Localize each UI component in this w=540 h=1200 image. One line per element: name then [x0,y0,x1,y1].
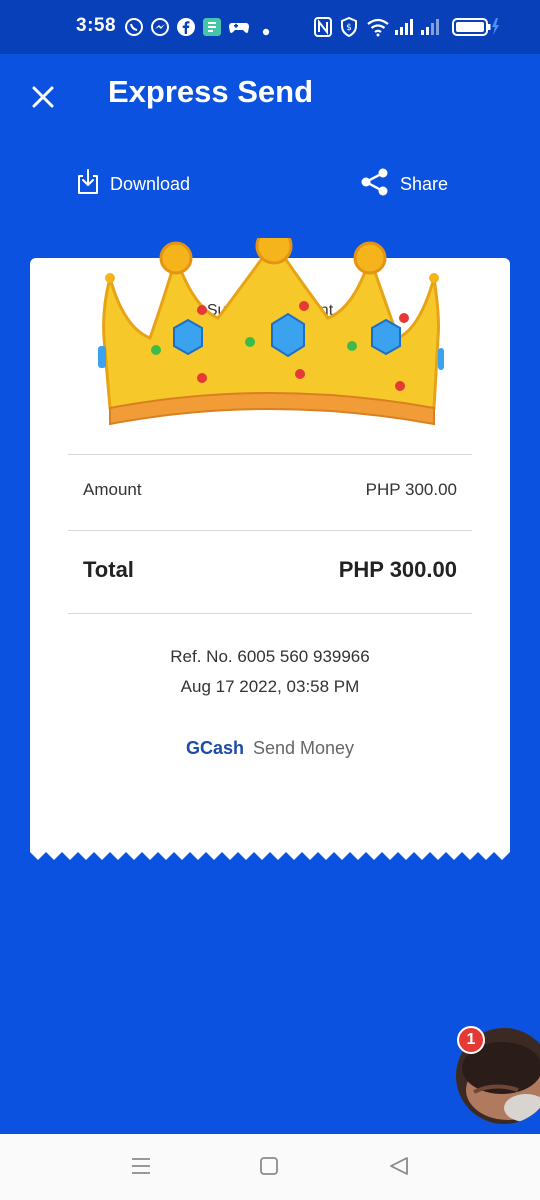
game-controller-icon [228,17,250,42]
app-icon [202,17,222,42]
receipt-zigzag-edge [30,850,510,860]
signal-icon [394,17,416,42]
divider [68,613,472,614]
crown-sticker [98,227,448,435]
share-label: Share [400,173,449,194]
download-icon [76,168,100,201]
status-bar: 3:58 $ [0,0,540,54]
share-button[interactable]: Share [360,168,448,200]
share-icon [360,167,390,202]
status-time: 3:58 [76,15,117,36]
download-button[interactable]: Download [76,168,190,200]
brand-line: GCash Send Money [30,738,510,759]
viber-icon [124,17,144,42]
close-icon [30,84,56,115]
total-value: PHP 300.00 [338,557,457,582]
svg-text:$: $ [346,23,352,33]
receipt-card: Successfully Sent A [30,227,510,852]
close-button[interactable] [26,82,60,116]
gcash-brand: GCash [185,738,244,758]
menu-icon [128,1158,154,1182]
battery-icon [452,16,502,43]
divider [68,530,472,531]
menu-button[interactable] [128,1154,158,1180]
dot-icon [262,23,270,41]
navigation-bar [0,1134,540,1200]
send-money-label: Send Money [252,738,355,758]
notification-badge: 1 [457,1026,485,1054]
nfc-icon [314,17,332,42]
facebook-icon [176,17,196,42]
page-title: Express Send [108,74,314,109]
total-label: Total [83,557,134,582]
reference-number: Ref. No. 6005 560 939966 [170,647,370,666]
wifi-icon [366,17,390,42]
signal-icon [420,17,442,42]
back-button[interactable] [386,1154,416,1180]
messenger-icon [150,17,170,42]
transaction-datetime: Aug 17 2022, 03:58 PM [180,677,360,696]
amount-label: Amount [83,480,142,499]
divider [68,454,472,455]
home-square-icon [256,1157,282,1182]
back-triangle-icon [386,1157,412,1182]
home-button[interactable] [256,1154,286,1180]
download-label: Download [110,173,191,194]
vpn-shield-icon: $ [340,16,358,42]
amount-value: PHP 300.00 [365,480,457,499]
